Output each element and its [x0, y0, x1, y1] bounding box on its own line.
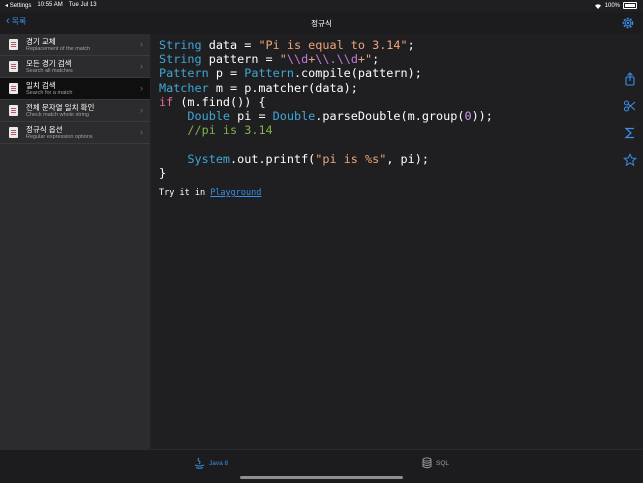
code-token: System [187, 151, 231, 166]
sigma-icon[interactable] [623, 126, 637, 140]
sidebar-item-subtitle: Search for a match [26, 90, 73, 96]
regex-doc-icon [9, 105, 18, 116]
code-token: String [159, 52, 202, 67]
code-token: "Pi is equal to 3.14" [258, 38, 408, 52]
database-icon [422, 457, 432, 469]
sidebar-item-subtitle: Replacement of the match [26, 46, 91, 52]
code-line: Matcher m = p.matcher(data); [159, 81, 358, 95]
code-token: +" [357, 52, 373, 67]
code-block: String data = "Pi is equal to 3.14"; Str… [159, 38, 493, 180]
code-token: Pattern [159, 66, 209, 81]
code-line: //pi is 3.14 [159, 123, 273, 138]
code-token: .parseDouble(m.group( [315, 109, 465, 124]
code-token: " [279, 52, 287, 67]
tab-sql-label: SQL [436, 459, 450, 467]
share-icon[interactable] [623, 72, 637, 86]
status-time: 10:55 AM [37, 2, 63, 8]
code-token: 0 [464, 109, 472, 124]
scissors-icon[interactable] [623, 99, 637, 113]
try-it-prefix: Try it in [159, 188, 211, 198]
status-bar: ◂ Settings 10:55 AM Tue Jul 13 100% [0, 0, 643, 12]
gear-icon[interactable] [621, 16, 635, 30]
tab-sql[interactable]: SQL [422, 457, 449, 469]
code-token: String [159, 38, 202, 52]
code-viewer: String data = "Pi is equal to 3.14"; Str… [151, 34, 643, 449]
code-token: Double [187, 109, 231, 124]
code-line: Double pi = Double.parseDouble(m.group(0… [159, 109, 493, 124]
page-title: 정규식 [311, 19, 332, 28]
code-line: String data = "Pi is equal to 3.14"; [159, 38, 415, 52]
code-token: Pattern [244, 66, 294, 81]
code-toolbar [622, 72, 639, 180]
sidebar-item-subtitle: Check match whole string [26, 112, 89, 118]
chevron-right-icon: › [140, 105, 143, 115]
wifi-icon [594, 3, 601, 9]
code-line: Pattern p = Pattern.compile(pattern); [159, 66, 422, 80]
playground-link[interactable]: Playground [210, 188, 261, 198]
tab-java-label: Java 8 [209, 460, 229, 467]
regex-doc-icon [9, 39, 18, 50]
code-token: p = [208, 66, 245, 81]
code-token: data = [201, 38, 259, 52]
battery-percent: 100% [604, 2, 620, 9]
code-token: , pi); [386, 151, 429, 166]
code-token: Double [272, 109, 316, 124]
try-it-line: Try it in Playground [159, 188, 261, 198]
code-token: pattern = [201, 52, 280, 67]
chevron-right-icon: › [140, 83, 143, 93]
navigation-bar: ‹ 목록 정규식 [0, 12, 643, 34]
code-token: //pi is 3.14 [187, 123, 273, 138]
code-token: "pi is %s" [315, 151, 387, 166]
code-line: } [159, 166, 166, 180]
code-line: System.out.printf("pi is %s", pi); [159, 152, 429, 166]
code-token: )); [471, 109, 493, 124]
code-token: \\. [315, 52, 337, 67]
sidebar-item-whole-string[interactable]: 전체 문자열 일치 확인 Check match whole string › [0, 100, 150, 122]
code-token: \\d [286, 52, 309, 67]
code-token: } [159, 165, 167, 180]
code-token: if [159, 94, 174, 109]
battery-icon [623, 2, 637, 9]
status-date: Tue Jul 13 [68, 2, 97, 8]
sidebar: 경기 교체 Replacement of the match › 모든 경기 검… [0, 34, 151, 449]
code-token: ; [372, 52, 380, 67]
sidebar-item-search-all[interactable]: 모든 경기 검색 Search all matches › [0, 56, 150, 78]
regex-doc-icon [9, 83, 18, 94]
back-to-app-link[interactable]: ◂ Settings [5, 2, 31, 9]
code-token: ; [407, 38, 415, 52]
sidebar-item-search-match[interactable]: 일치 검색 Search for a match › [0, 78, 150, 100]
code-token: .compile(pattern); [293, 66, 422, 81]
chevron-right-icon: › [140, 61, 143, 71]
home-indicator[interactable] [240, 476, 403, 479]
sidebar-item-options[interactable]: 정규식 옵션 Regular expression options › [0, 122, 150, 144]
code-token: (m.find()) { [173, 94, 266, 109]
java-icon [194, 457, 205, 469]
back-app-label: Settings [9, 3, 32, 9]
code-token: m = p.matcher(data); [208, 80, 358, 95]
code-line: if (m.find()) { [159, 95, 266, 109]
code-token: .out.printf( [230, 151, 316, 166]
sidebar-item-subtitle: Regular expression options [26, 134, 93, 140]
code-token: Matcher [159, 80, 209, 95]
sidebar-item-replace[interactable]: 경기 교체 Replacement of the match › [0, 34, 150, 56]
code-token: pi = [230, 109, 273, 124]
regex-doc-icon [9, 127, 18, 138]
chevron-right-icon: › [140, 127, 143, 137]
regex-doc-icon [9, 61, 18, 72]
sidebar-item-subtitle: Search all matches [26, 68, 73, 74]
star-icon[interactable] [622, 152, 638, 167]
code-line: String pattern = "\\d+\\.\\d+"; [159, 52, 379, 66]
tab-java[interactable]: Java 8 [194, 457, 228, 470]
chevron-right-icon: › [140, 39, 143, 49]
code-token: \\d [336, 52, 358, 67]
